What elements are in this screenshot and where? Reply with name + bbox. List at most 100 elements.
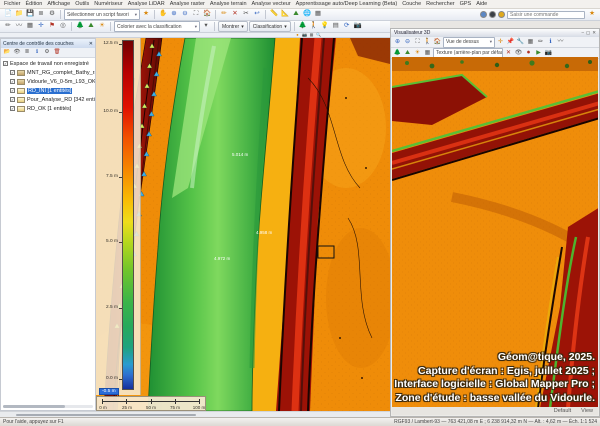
draw-pencil-icon[interactable]: ✏ xyxy=(3,22,13,32)
snapshot-icon[interactable]: 📷 xyxy=(353,22,363,32)
cut-icon[interactable]: ✂ xyxy=(241,10,251,20)
close-icon[interactable]: ✕ xyxy=(89,41,93,47)
vegetation-icon[interactable]: 🌲 xyxy=(75,22,85,32)
undo-icon[interactable]: ↩ xyxy=(252,10,262,20)
full-extent-icon[interactable]: ⛶ xyxy=(413,38,422,47)
layer-row-rd-ini[interactable]: ✓ RD_INI [1 entités] xyxy=(1,86,95,95)
mini-grid-icon[interactable]: ▦ xyxy=(309,33,314,38)
menu-analyse-vecteur[interactable]: Analyse vecteur xyxy=(252,1,291,7)
wrench-icon[interactable]: 🔧 xyxy=(516,38,525,47)
layer-checkbox[interactable]: ✓ xyxy=(10,106,15,111)
walk-mode-icon[interactable]: 🚶 xyxy=(309,22,319,32)
sun-shading-icon[interactable]: ☀ xyxy=(97,22,107,32)
open-layer-icon[interactable]: 📂 xyxy=(3,49,11,57)
path-icon[interactable]: 〰 xyxy=(556,38,565,47)
new-file-icon[interactable]: 📄 xyxy=(3,10,13,20)
maximize-icon[interactable]: ▢ xyxy=(586,30,590,36)
scrollbar-thumb[interactable] xyxy=(3,405,65,408)
gold-sphere-icon[interactable] xyxy=(498,11,505,18)
run-favorite-icon[interactable]: ★ xyxy=(141,10,151,20)
add-cross-icon[interactable]: ✛ xyxy=(496,38,505,47)
layer-panel-hscrollbar[interactable] xyxy=(3,405,93,408)
minimize-icon[interactable]: – xyxy=(581,30,584,36)
menu-analyse-raster[interactable]: Analyse raster xyxy=(170,1,205,7)
menu-deep-learning[interactable]: Apprentissage auto/Deep Learning (Beta) xyxy=(296,1,398,7)
refresh-icon[interactable]: ⟳ xyxy=(342,22,352,32)
zoom-in-icon[interactable]: ⊕ xyxy=(393,38,402,47)
map-viewport[interactable]: 4.972 m 4.958 m 5.014 m 12.5 m 10.0 m 7.… xyxy=(96,38,390,411)
view-direction-combobox[interactable]: Vue de dessus▾ xyxy=(443,37,495,48)
default-view-button[interactable]: Default xyxy=(554,408,571,414)
menu-affichage[interactable]: Affichage xyxy=(47,1,70,7)
menu-numeriseur[interactable]: Numériseur xyxy=(94,1,122,7)
layer-row-rd-ok[interactable]: ✓ RD_OK [1 entités] xyxy=(1,104,95,113)
menu-couche[interactable]: Couche xyxy=(402,1,421,7)
menu-edition[interactable]: Édition xyxy=(26,1,43,7)
pan-icon[interactable]: ✋ xyxy=(158,10,168,20)
scrollbar-thumb[interactable] xyxy=(16,414,196,416)
pin-icon[interactable]: 📌 xyxy=(506,38,515,47)
pencil-icon[interactable]: ✏ xyxy=(536,38,545,47)
status-dot-icon[interactable]: ● xyxy=(295,33,300,38)
grid-icon[interactable]: ▦ xyxy=(313,10,323,20)
menu-analyse-terrain[interactable]: Analyse terrain xyxy=(210,1,247,7)
dark-sphere-icon[interactable] xyxy=(489,11,496,18)
grid-icon[interactable]: ▦ xyxy=(526,38,535,47)
layer-row-mnt[interactable]: ✓ MNT_RG_complet_Bathy_razil_et_Cubelle_… xyxy=(1,68,95,77)
lidar-color-mode-combobox[interactable]: Colorier avec la classification▾ xyxy=(114,21,200,32)
attribute-table-icon[interactable]: ▤ xyxy=(331,22,341,32)
digitizer-pencil-icon[interactable]: ✏ xyxy=(219,10,229,20)
settings-icon[interactable]: ⚙ xyxy=(47,10,57,20)
flag-icon[interactable]: ⚑ xyxy=(47,22,57,32)
layer-checkbox[interactable]: ✓ xyxy=(10,97,15,102)
favorite-script-combobox[interactable]: Sélectionner un script favori▾ xyxy=(64,9,140,20)
workspace-checkbox[interactable]: ✓ xyxy=(3,61,8,66)
zoom-in-icon[interactable]: ⊕ xyxy=(169,10,179,20)
layer-checkbox[interactable]: ✓ xyxy=(10,88,15,93)
favorites-star-icon[interactable]: ★ xyxy=(587,10,597,20)
globe-icon[interactable]: 🌐 xyxy=(302,10,312,20)
menu-rechercher[interactable]: Rechercher xyxy=(426,1,454,7)
bulb-icon[interactable]: 💡 xyxy=(320,22,330,32)
layer-row-vidourle[interactable]: ✓ Vidourle_V6_0-5m_L93_OK_pour_Act_rembl… xyxy=(1,77,95,86)
command-search-input[interactable] xyxy=(507,11,585,19)
mini-search-icon[interactable]: 🔍 xyxy=(316,33,321,38)
draw-cross-icon[interactable]: ✛ xyxy=(36,22,46,32)
walk-mode-icon[interactable]: 🚶 xyxy=(423,38,432,47)
classification-dropdown[interactable]: Classification▾ xyxy=(249,21,291,32)
measure-icon[interactable]: 📏 xyxy=(269,10,279,20)
target-icon[interactable]: ◎ xyxy=(58,22,68,32)
home-view-icon[interactable]: 🏠 xyxy=(202,10,212,20)
layer-row-pour-analyse[interactable]: ✓ Pour_Analyse_RD [342 entités] xyxy=(1,95,95,104)
draw-grid-icon[interactable]: ▦ xyxy=(25,22,35,32)
terrain-analysis-icon[interactable]: ⛰ xyxy=(291,10,301,20)
save-icon[interactable]: 💾 xyxy=(25,10,35,20)
layer-settings-icon[interactable]: ⚙ xyxy=(43,49,51,57)
workspace-root-row[interactable]: ✓ Espace de travail non enregistré xyxy=(1,59,95,68)
view-button[interactable]: View xyxy=(581,408,593,414)
zoom-out-icon[interactable]: ⊖ xyxy=(180,10,190,20)
layer-checkbox[interactable]: ✓ xyxy=(10,79,15,84)
visibility-eye-icon[interactable]: 👁 xyxy=(13,49,21,57)
home-view-icon[interactable]: 🏠 xyxy=(433,38,442,47)
layer-list-icon[interactable]: ≣ xyxy=(23,49,31,57)
draw-path-icon[interactable]: 〰 xyxy=(14,22,24,32)
close-icon[interactable]: ✕ xyxy=(592,30,596,36)
menu-gps[interactable]: GPS xyxy=(460,1,472,7)
delete-layer-icon[interactable]: 🗑 xyxy=(53,49,61,57)
ruler-icon[interactable]: 📐 xyxy=(280,10,290,20)
full-extent-icon[interactable]: ⛶ xyxy=(191,10,201,20)
filter-icon[interactable]: ▾ xyxy=(201,22,211,32)
menu-aide[interactable]: Aide xyxy=(476,1,487,7)
layers-icon[interactable]: ≣ xyxy=(36,10,46,20)
info-icon[interactable]: ℹ xyxy=(546,38,555,47)
menu-outils[interactable]: Outils xyxy=(75,1,89,7)
relief-icon[interactable]: ⛰ xyxy=(86,22,96,32)
layer-checkbox[interactable]: ✓ xyxy=(10,70,15,75)
menu-analyse-lidar[interactable]: Analyse LiDAR xyxy=(128,1,165,7)
montrer-dropdown[interactable]: Montrer▾ xyxy=(218,21,248,32)
delete-feature-icon[interactable]: ✕ xyxy=(230,10,240,20)
zoom-out-icon[interactable]: ⊖ xyxy=(403,38,412,47)
mini-camera-icon[interactable]: 📷 xyxy=(302,33,307,38)
open-file-icon[interactable]: 📁 xyxy=(14,10,24,20)
